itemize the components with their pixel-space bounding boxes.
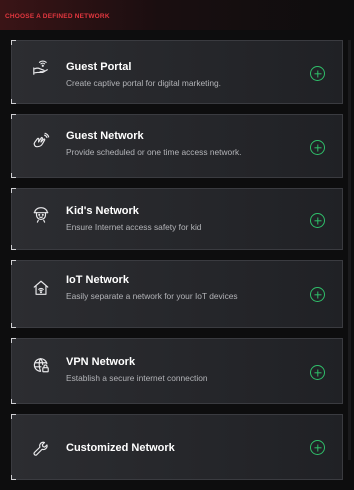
network-title: IoT Network	[66, 274, 129, 286]
hand-wifi-icon	[32, 58, 50, 76]
section-header: CHOOSE A DEFINED NETWORK	[0, 0, 354, 30]
wrench-icon	[32, 440, 50, 458]
network-card-guest-network[interactable]: Guest Network Provide scheduled or one t…	[11, 114, 343, 178]
network-title: Customized Network	[66, 442, 175, 454]
network-title: Guest Portal	[66, 61, 132, 73]
network-description: Provide scheduled or one time access net…	[66, 147, 242, 157]
corner-mark	[11, 338, 16, 343]
network-title: Guest Network	[66, 130, 144, 142]
add-kids-network-button[interactable]	[310, 213, 325, 228]
corner-mark	[11, 245, 16, 250]
add-iot-network-button[interactable]	[310, 287, 325, 302]
corner-mark	[11, 475, 16, 480]
child-face-icon	[32, 205, 50, 223]
network-card-vpn-network[interactable]: VPN Network Establish a secure internet …	[11, 338, 343, 404]
network-list: Guest Portal Create captive portal for d…	[11, 40, 343, 490]
network-description: Ensure Internet access safety for kid	[66, 222, 202, 232]
network-title: Kid's Network	[66, 205, 139, 217]
corner-mark	[11, 414, 16, 419]
network-description: Establish a secure internet connection	[66, 373, 208, 383]
add-guest-portal-button[interactable]	[310, 66, 325, 81]
corner-mark	[11, 40, 16, 45]
network-title: VPN Network	[66, 356, 136, 368]
network-card-guest-portal[interactable]: Guest Portal Create captive portal for d…	[11, 40, 343, 104]
network-description: Create captive portal for digital market…	[66, 78, 222, 88]
section-title: CHOOSE A DEFINED NETWORK	[5, 13, 110, 20]
corner-mark	[11, 173, 16, 178]
scrollbar[interactable]	[348, 40, 351, 460]
globe-lock-icon	[32, 356, 50, 374]
network-card-customized-network[interactable]: Customized Network	[11, 414, 343, 480]
network-card-kids-network[interactable]: Kid's Network Ensure Internet access saf…	[11, 188, 343, 250]
smart-home-icon	[32, 279, 50, 297]
corner-mark	[11, 399, 16, 404]
network-description: Easily separate a network for your IoT d…	[66, 291, 238, 301]
corner-mark	[11, 99, 16, 104]
network-card-iot-network[interactable]: IoT Network Easily separate a network fo…	[11, 260, 343, 328]
wave-user-icon	[32, 132, 50, 150]
corner-mark	[11, 323, 16, 328]
corner-mark	[11, 260, 16, 265]
add-guest-network-button[interactable]	[310, 140, 325, 155]
add-vpn-network-button[interactable]	[310, 365, 325, 380]
corner-mark	[11, 188, 16, 193]
add-customized-network-button[interactable]	[310, 440, 325, 455]
corner-mark	[11, 114, 16, 119]
